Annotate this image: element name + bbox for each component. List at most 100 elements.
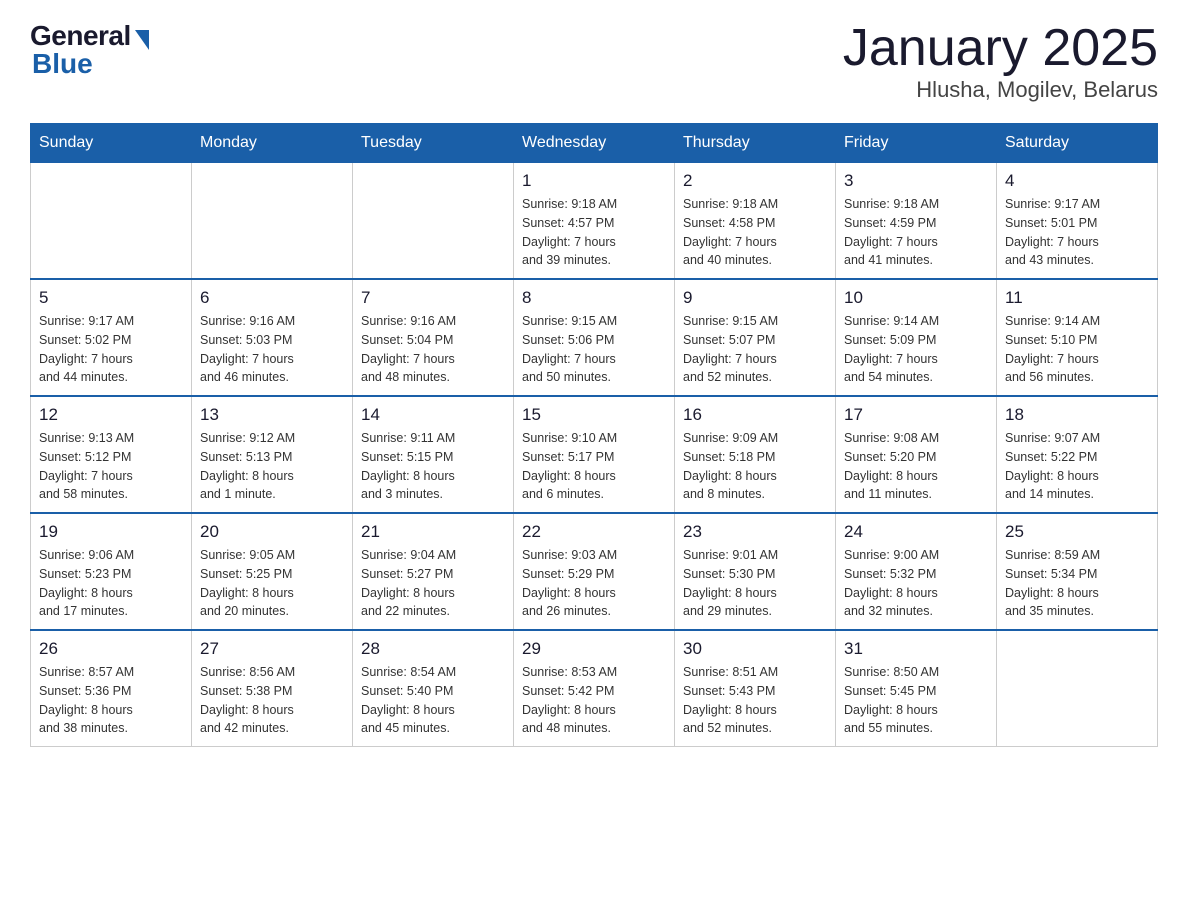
calendar-day-cell: 27 Sunrise: 8:56 AM Sunset: 5:38 PM Dayli… <box>192 630 353 747</box>
calendar-day-cell <box>31 163 192 280</box>
day-number: 30 <box>683 639 827 659</box>
calendar-day-cell <box>353 163 514 280</box>
day-info: Sunrise: 9:04 AM Sunset: 5:27 PM Dayligh… <box>361 546 505 621</box>
day-number: 1 <box>522 171 666 191</box>
day-info: Sunrise: 8:50 AM Sunset: 5:45 PM Dayligh… <box>844 663 988 738</box>
day-info: Sunrise: 9:16 AM Sunset: 5:04 PM Dayligh… <box>361 312 505 387</box>
calendar-day-cell: 15 Sunrise: 9:10 AM Sunset: 5:17 PM Dayli… <box>514 396 675 513</box>
day-number: 24 <box>844 522 988 542</box>
weekday-sunday: Sunday <box>31 124 192 163</box>
calendar-day-cell: 29 Sunrise: 8:53 AM Sunset: 5:42 PM Dayli… <box>514 630 675 747</box>
day-info: Sunrise: 9:09 AM Sunset: 5:18 PM Dayligh… <box>683 429 827 504</box>
day-number: 22 <box>522 522 666 542</box>
weekday-saturday: Saturday <box>997 124 1158 163</box>
title-block: January 2025 Hlusha, Mogilev, Belarus <box>843 20 1158 103</box>
day-number: 6 <box>200 288 344 308</box>
calendar-day-cell: 8Sunrise: 9:15 AM Sunset: 5:06 PM Daylig… <box>514 279 675 396</box>
day-info: Sunrise: 9:18 AM Sunset: 4:57 PM Dayligh… <box>522 195 666 270</box>
calendar-day-cell: 14 Sunrise: 9:11 AM Sunset: 5:15 PM Dayli… <box>353 396 514 513</box>
calendar-day-cell: 28Sunrise: 8:54 AM Sunset: 5:40 PM Dayli… <box>353 630 514 747</box>
calendar-day-cell: 30 Sunrise: 8:51 AM Sunset: 5:43 PM Dayli… <box>675 630 836 747</box>
day-info: Sunrise: 9:17 AM Sunset: 5:01 PM Dayligh… <box>1005 195 1149 270</box>
day-info: Sunrise: 9:15 AM Sunset: 5:06 PM Dayligh… <box>522 312 666 387</box>
weekday-thursday: Thursday <box>675 124 836 163</box>
calendar-day-cell: 1 Sunrise: 9:18 AM Sunset: 4:57 PM Daylig… <box>514 163 675 280</box>
weekday-friday: Friday <box>836 124 997 163</box>
day-info: Sunrise: 8:57 AM Sunset: 5:36 PM Dayligh… <box>39 663 183 738</box>
day-number: 15 <box>522 405 666 425</box>
day-number: 29 <box>522 639 666 659</box>
calendar-day-cell: 11 Sunrise: 9:14 AM Sunset: 5:10 PM Dayli… <box>997 279 1158 396</box>
day-number: 16 <box>683 405 827 425</box>
calendar-day-cell: 6 Sunrise: 9:16 AM Sunset: 5:03 PM Daylig… <box>192 279 353 396</box>
day-number: 28 <box>361 639 505 659</box>
calendar-day-cell: 31 Sunrise: 8:50 AM Sunset: 5:45 PM Dayli… <box>836 630 997 747</box>
day-info: Sunrise: 9:01 AM Sunset: 5:30 PM Dayligh… <box>683 546 827 621</box>
calendar-day-cell: 18 Sunrise: 9:07 AM Sunset: 5:22 PM Dayli… <box>997 396 1158 513</box>
day-info: Sunrise: 8:51 AM Sunset: 5:43 PM Dayligh… <box>683 663 827 738</box>
day-info: Sunrise: 9:15 AM Sunset: 5:07 PM Dayligh… <box>683 312 827 387</box>
day-info: Sunrise: 9:18 AM Sunset: 4:58 PM Dayligh… <box>683 195 827 270</box>
calendar-day-cell: 20 Sunrise: 9:05 AM Sunset: 5:25 PM Dayli… <box>192 513 353 630</box>
logo-arrow-icon <box>135 30 149 50</box>
calendar-title: January 2025 <box>843 20 1158 77</box>
calendar-week-row: 19 Sunrise: 9:06 AM Sunset: 5:23 PM Dayli… <box>31 513 1158 630</box>
day-number: 19 <box>39 522 183 542</box>
day-number: 20 <box>200 522 344 542</box>
day-number: 9 <box>683 288 827 308</box>
day-number: 27 <box>200 639 344 659</box>
day-info: Sunrise: 9:18 AM Sunset: 4:59 PM Dayligh… <box>844 195 988 270</box>
day-info: Sunrise: 9:03 AM Sunset: 5:29 PM Dayligh… <box>522 546 666 621</box>
day-number: 10 <box>844 288 988 308</box>
day-number: 5 <box>39 288 183 308</box>
calendar-week-row: 1 Sunrise: 9:18 AM Sunset: 4:57 PM Daylig… <box>31 163 1158 280</box>
weekday-header-row: SundayMondayTuesdayWednesdayThursdayFrid… <box>31 124 1158 163</box>
calendar-day-cell: 12 Sunrise: 9:13 AM Sunset: 5:12 PM Dayli… <box>31 396 192 513</box>
day-number: 21 <box>361 522 505 542</box>
day-info: Sunrise: 9:14 AM Sunset: 5:09 PM Dayligh… <box>844 312 988 387</box>
day-number: 26 <box>39 639 183 659</box>
day-number: 12 <box>39 405 183 425</box>
calendar-day-cell: 13 Sunrise: 9:12 AM Sunset: 5:13 PM Dayli… <box>192 396 353 513</box>
day-number: 23 <box>683 522 827 542</box>
calendar-subtitle: Hlusha, Mogilev, Belarus <box>843 77 1158 103</box>
calendar-body: 1 Sunrise: 9:18 AM Sunset: 4:57 PM Daylig… <box>31 163 1158 747</box>
day-info: Sunrise: 9:17 AM Sunset: 5:02 PM Dayligh… <box>39 312 183 387</box>
calendar-day-cell: 21 Sunrise: 9:04 AM Sunset: 5:27 PM Dayli… <box>353 513 514 630</box>
day-info: Sunrise: 9:16 AM Sunset: 5:03 PM Dayligh… <box>200 312 344 387</box>
calendar-day-cell: 19 Sunrise: 9:06 AM Sunset: 5:23 PM Dayli… <box>31 513 192 630</box>
calendar-day-cell: 3Sunrise: 9:18 AM Sunset: 4:59 PM Daylig… <box>836 163 997 280</box>
calendar-day-cell: 23 Sunrise: 9:01 AM Sunset: 5:30 PM Dayli… <box>675 513 836 630</box>
calendar-day-cell: 4 Sunrise: 9:17 AM Sunset: 5:01 PM Daylig… <box>997 163 1158 280</box>
day-number: 14 <box>361 405 505 425</box>
day-number: 25 <box>1005 522 1149 542</box>
day-info: Sunrise: 9:14 AM Sunset: 5:10 PM Dayligh… <box>1005 312 1149 387</box>
day-info: Sunrise: 9:11 AM Sunset: 5:15 PM Dayligh… <box>361 429 505 504</box>
day-number: 11 <box>1005 288 1149 308</box>
logo: General Blue <box>30 20 149 80</box>
day-number: 31 <box>844 639 988 659</box>
day-number: 18 <box>1005 405 1149 425</box>
calendar-day-cell: 2Sunrise: 9:18 AM Sunset: 4:58 PM Daylig… <box>675 163 836 280</box>
day-info: Sunrise: 8:56 AM Sunset: 5:38 PM Dayligh… <box>200 663 344 738</box>
logo-blue-text: Blue <box>32 48 93 80</box>
day-info: Sunrise: 9:05 AM Sunset: 5:25 PM Dayligh… <box>200 546 344 621</box>
calendar-day-cell: 22 Sunrise: 9:03 AM Sunset: 5:29 PM Dayli… <box>514 513 675 630</box>
day-info: Sunrise: 9:12 AM Sunset: 5:13 PM Dayligh… <box>200 429 344 504</box>
calendar-week-row: 12 Sunrise: 9:13 AM Sunset: 5:12 PM Dayli… <box>31 396 1158 513</box>
weekday-monday: Monday <box>192 124 353 163</box>
day-info: Sunrise: 9:06 AM Sunset: 5:23 PM Dayligh… <box>39 546 183 621</box>
day-number: 17 <box>844 405 988 425</box>
day-info: Sunrise: 9:07 AM Sunset: 5:22 PM Dayligh… <box>1005 429 1149 504</box>
day-number: 4 <box>1005 171 1149 191</box>
page-header: General Blue January 2025 Hlusha, Mogile… <box>30 20 1158 103</box>
day-number: 13 <box>200 405 344 425</box>
day-number: 7 <box>361 288 505 308</box>
day-info: Sunrise: 9:10 AM Sunset: 5:17 PM Dayligh… <box>522 429 666 504</box>
day-info: Sunrise: 8:53 AM Sunset: 5:42 PM Dayligh… <box>522 663 666 738</box>
calendar-day-cell: 25 Sunrise: 8:59 AM Sunset: 5:34 PM Dayli… <box>997 513 1158 630</box>
calendar-day-cell: 17Sunrise: 9:08 AM Sunset: 5:20 PM Dayli… <box>836 396 997 513</box>
calendar-header: SundayMondayTuesdayWednesdayThursdayFrid… <box>31 124 1158 163</box>
day-info: Sunrise: 8:59 AM Sunset: 5:34 PM Dayligh… <box>1005 546 1149 621</box>
day-info: Sunrise: 9:13 AM Sunset: 5:12 PM Dayligh… <box>39 429 183 504</box>
